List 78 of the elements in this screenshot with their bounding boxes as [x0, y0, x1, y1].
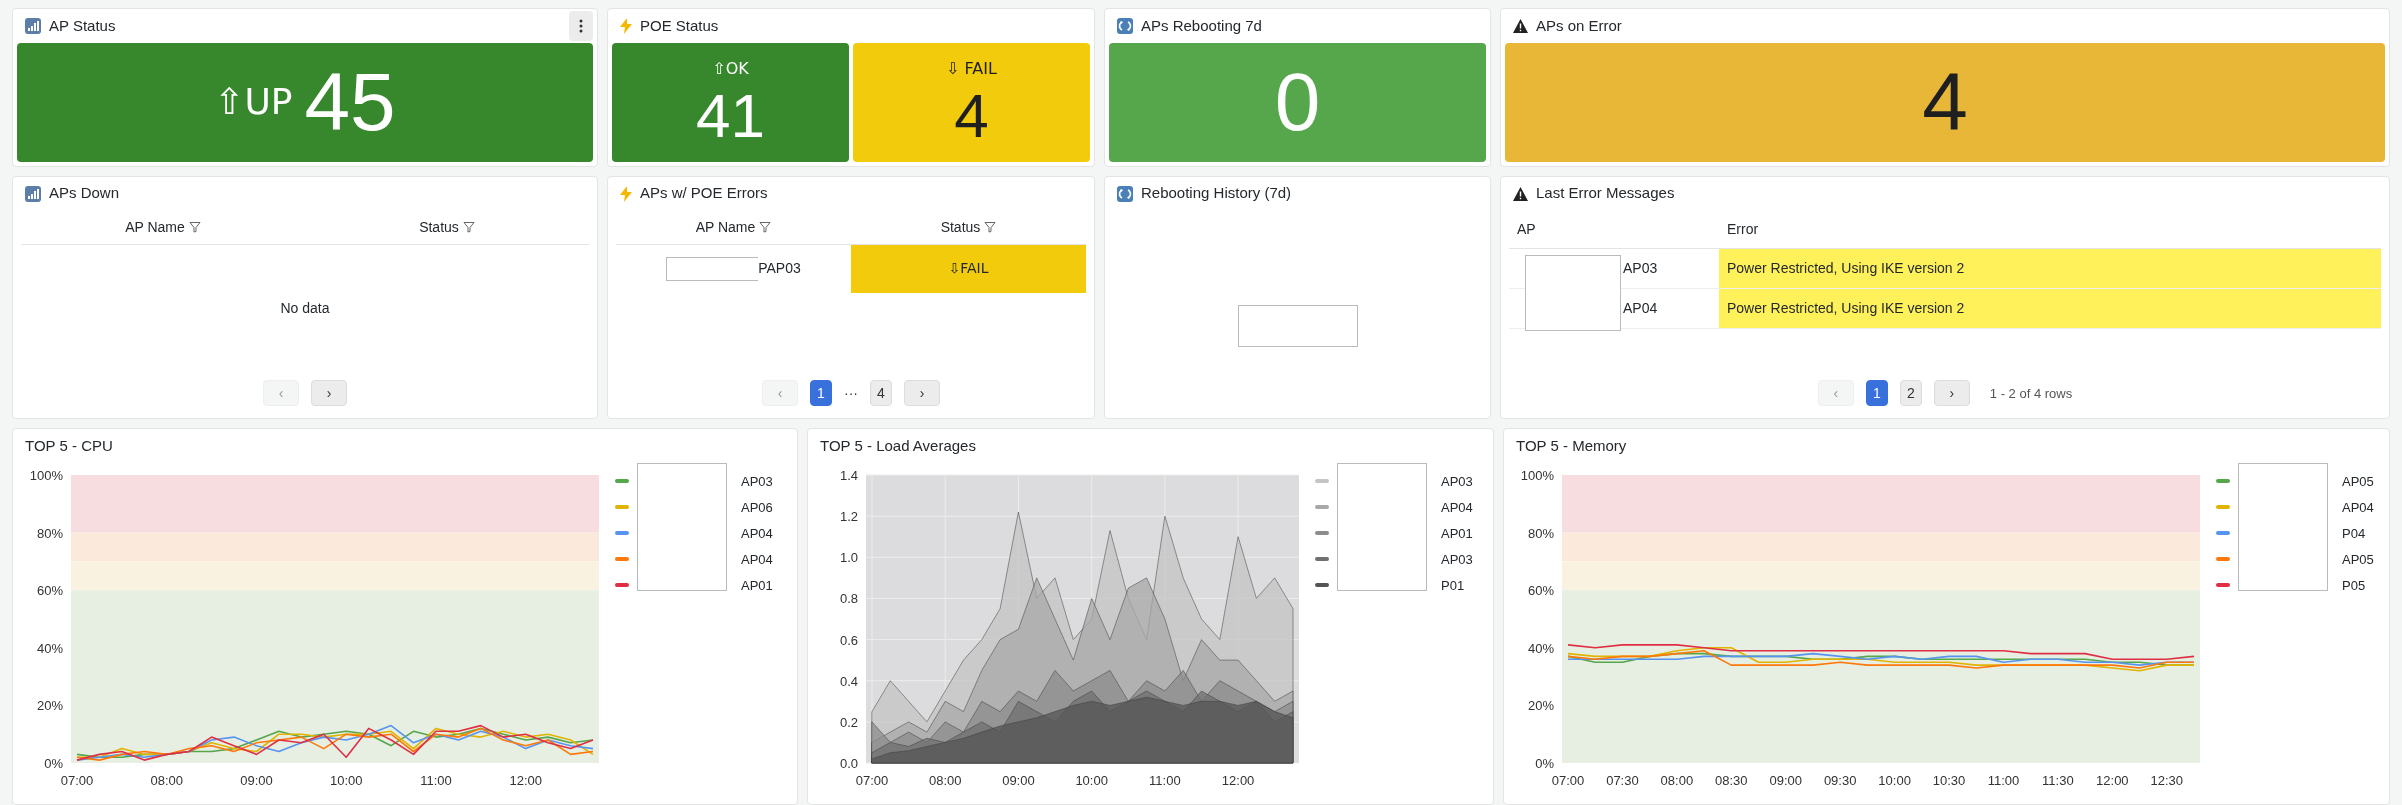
axis-label: 09:30 [1823, 773, 1857, 789]
axis-label: 0.8 [839, 591, 858, 607]
error-cell: Power Restricted, Using IKE version 2 [1719, 248, 2381, 288]
axis-label: 10:30 [1932, 773, 1966, 789]
axis-label: 20% [36, 698, 63, 714]
axis-label: 11:30 [2042, 773, 2074, 789]
axis-label: 11:00 [1149, 773, 1181, 789]
axis-label: 10:00 [329, 773, 363, 789]
stat-value: 4 [1922, 61, 1968, 144]
stat-value: 0 [1274, 61, 1321, 144]
axis-label: 07:30 [1606, 773, 1639, 789]
panel-title: POE Status [640, 15, 719, 36]
axis-label: 11:00 [420, 773, 452, 789]
axis-label: 80% [1527, 526, 1554, 541]
column-header: AP Name [125, 217, 185, 237]
panel-title: Rebooting History (7d) [1141, 183, 1292, 204]
axis-label: 08:00 [1660, 773, 1694, 789]
stat-value: 4 [954, 85, 989, 148]
table-cell-text: AP03 [1623, 258, 1658, 278]
axis-label: 80% [36, 526, 63, 541]
table-cell-text: PAP03 [758, 259, 801, 279]
empty-message: No data [280, 299, 330, 318]
column-header: Status [419, 217, 459, 237]
stat-label: ⇧OK [712, 58, 749, 81]
axis-label: 100% [29, 468, 63, 484]
axis-label: 0% [1535, 756, 1554, 772]
column-header: AP Name [695, 217, 756, 237]
axis-label: 0.2 [839, 715, 858, 731]
panel-title: APs on Error [1536, 15, 1622, 36]
axis-label: 100% [1520, 468, 1554, 484]
panel-title: AP Status [49, 15, 116, 36]
axis-label: 0.6 [839, 632, 858, 648]
stat-value: 41 [696, 85, 765, 148]
axis-label: 0.4 [839, 674, 858, 690]
stat-label: ⇩ FAIL [946, 58, 997, 81]
panel-title: APs Rebooting 7d [1141, 15, 1262, 36]
axis-label: 08:00 [928, 773, 962, 789]
axis-label: 10:00 [1075, 773, 1108, 789]
axis-label: 08:00 [150, 773, 183, 789]
axis-label: 12:00 [1221, 773, 1255, 789]
axis-label: 40% [1527, 641, 1554, 657]
axis-label: 09:00 [1002, 773, 1035, 789]
stat-value: 45 [304, 61, 396, 144]
column-header: Error [1726, 219, 1760, 239]
panel-title: TOP 5 - Load Averages [820, 436, 976, 457]
status-cell: ⇩FAIL [851, 244, 1086, 293]
axis-label: 07:00 [1551, 773, 1585, 789]
axis-label: 40% [36, 641, 63, 657]
axis-label: 1.4 [839, 468, 858, 484]
axis-label: 12:00 [509, 773, 542, 789]
axis-label: 60% [36, 583, 63, 599]
axis-label: 07:00 [60, 773, 94, 789]
panel-title: TOP 5 - CPU [25, 436, 113, 457]
rows-summary: 1 - 2 of 4 rows [1989, 384, 2073, 403]
axis-label: 10:00 [1878, 773, 1911, 789]
error-cell: Power Restricted, Using IKE version 2 [1719, 288, 2381, 328]
axis-label: 12:00 [2096, 773, 2129, 789]
panel-title: Last Error Messages [1536, 183, 1675, 204]
axis-label: 1.2 [839, 509, 858, 525]
axis-label: 60% [1527, 583, 1554, 599]
stat-label: ⇧UP [214, 84, 293, 121]
axis-label: 11:00 [1987, 773, 2020, 789]
column-header: Status [940, 217, 981, 237]
panel-title: APs Down [49, 183, 120, 204]
axis-label: 12:30 [2150, 773, 2184, 789]
pagination-ellipsis: ··· [844, 383, 858, 403]
panel-title: TOP 5 - Memory [1516, 436, 1627, 457]
axis-label: 08:30 [1715, 773, 1748, 789]
table-cell-text: AP04 [1623, 298, 1658, 318]
axis-label: 20% [1527, 698, 1554, 714]
column-header: AP [1516, 219, 1537, 239]
axis-label: 09:00 [240, 773, 273, 789]
axis-label: 1.0 [839, 550, 858, 566]
axis-label: 09:00 [1769, 773, 1802, 789]
axis-label: 07:00 [855, 773, 889, 789]
axis-label: 0% [44, 756, 63, 772]
axis-label: 0.0 [839, 756, 858, 772]
panel-title: APs w/ POE Errors [640, 183, 768, 204]
